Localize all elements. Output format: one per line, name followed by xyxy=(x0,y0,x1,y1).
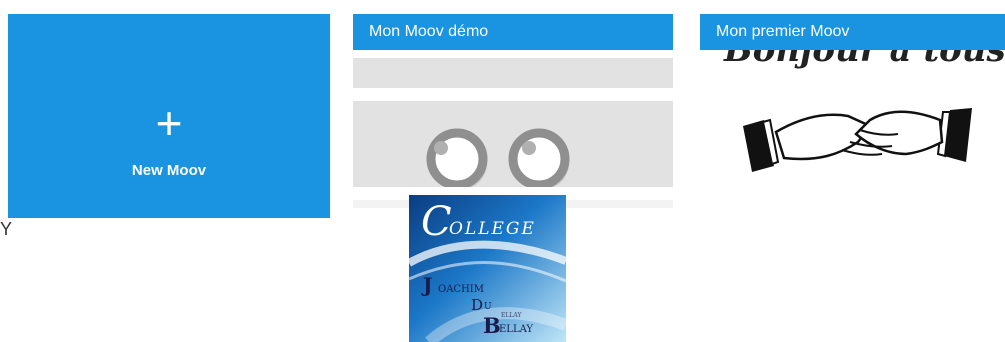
moov-card-demo[interactable]: Mon Moov démo xyxy=(353,14,673,216)
new-moov-button[interactable]: + New Moov xyxy=(8,14,330,218)
logo-oachim: OACHIM xyxy=(438,284,484,295)
logo-ellay: ELLAY xyxy=(499,324,533,335)
college-logo: C OLLEGE J OACHIM D U ELLAY B ELLAY xyxy=(409,195,566,342)
logo-small-ellay: ELLAY xyxy=(501,312,522,319)
logo-ollege: OLLEGE xyxy=(449,219,536,239)
moov-card-first[interactable]: Mon premier Moov Bonjour à tous xyxy=(700,14,1005,186)
handshake-icon xyxy=(743,108,972,172)
new-moov-label: New Moov xyxy=(131,162,207,179)
logo-letter-d: D xyxy=(471,296,484,314)
logo-letter-c: C xyxy=(421,199,452,245)
thumbnail-band xyxy=(353,101,673,187)
logo-letter-j: J xyxy=(423,273,433,297)
eyes-icon xyxy=(426,128,570,187)
plus-icon: + xyxy=(155,97,183,149)
card-title-demo: Mon Moov démo xyxy=(353,14,673,50)
stray-text: Y xyxy=(0,219,13,239)
thumbnail-band xyxy=(353,58,673,88)
card-thumbnail-demo xyxy=(353,50,673,216)
card-title-first: Mon premier Moov xyxy=(700,14,1005,50)
logo-u: U xyxy=(484,302,492,312)
card-thumbnail-first: Bonjour à tous xyxy=(700,50,1005,186)
